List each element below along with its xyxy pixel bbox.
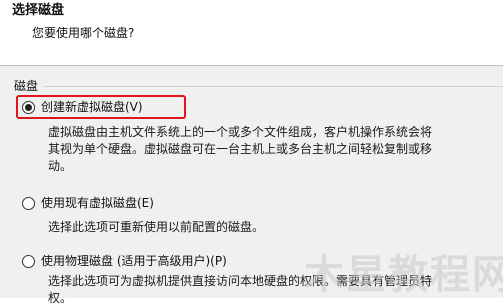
- option-description-line: 其视为单个硬盘。虚拟磁盘可在一台主机上或多台主机之间轻松复制或移: [48, 142, 433, 156]
- option-create-new-virtual-disk[interactable]: 创建新虚拟磁盘(V): [22, 97, 143, 117]
- group-divider: [44, 86, 503, 87]
- wizard-header: 选择磁盘 您要使用哪个磁盘?: [0, 0, 503, 66]
- option-label: 使用现有虚拟磁盘(E): [41, 196, 154, 210]
- page-subtitle: 您要使用哪个磁盘?: [32, 26, 135, 40]
- option-description-line: 动。: [48, 159, 73, 173]
- radio-use-existing-virtual-disk[interactable]: [22, 196, 35, 210]
- site-watermark: 木星教程网: [304, 252, 503, 298]
- option-label: 创建新虚拟磁盘(V): [41, 100, 143, 114]
- option-description-line: 权。: [48, 291, 73, 305]
- option-use-physical-disk[interactable]: 使用物理磁盘 (适用于高级用户)(P): [22, 251, 227, 271]
- radio-create-new-virtual-disk[interactable]: [22, 100, 35, 114]
- disk-group-label: 磁盘: [14, 79, 39, 93]
- option-description-line: 选择此选项可重新使用以前配置的磁盘。: [48, 220, 265, 234]
- page-title: 选择磁盘: [12, 3, 65, 18]
- option-use-existing-virtual-disk[interactable]: 使用现有虚拟磁盘(E): [22, 193, 154, 213]
- option-description-line: 虚拟磁盘由主机文件系统上的一个或多个文件组成，客户机操作系统会将: [48, 125, 433, 139]
- radio-use-physical-disk[interactable]: [22, 254, 35, 268]
- option-label: 使用物理磁盘 (适用于高级用户)(P): [41, 254, 227, 268]
